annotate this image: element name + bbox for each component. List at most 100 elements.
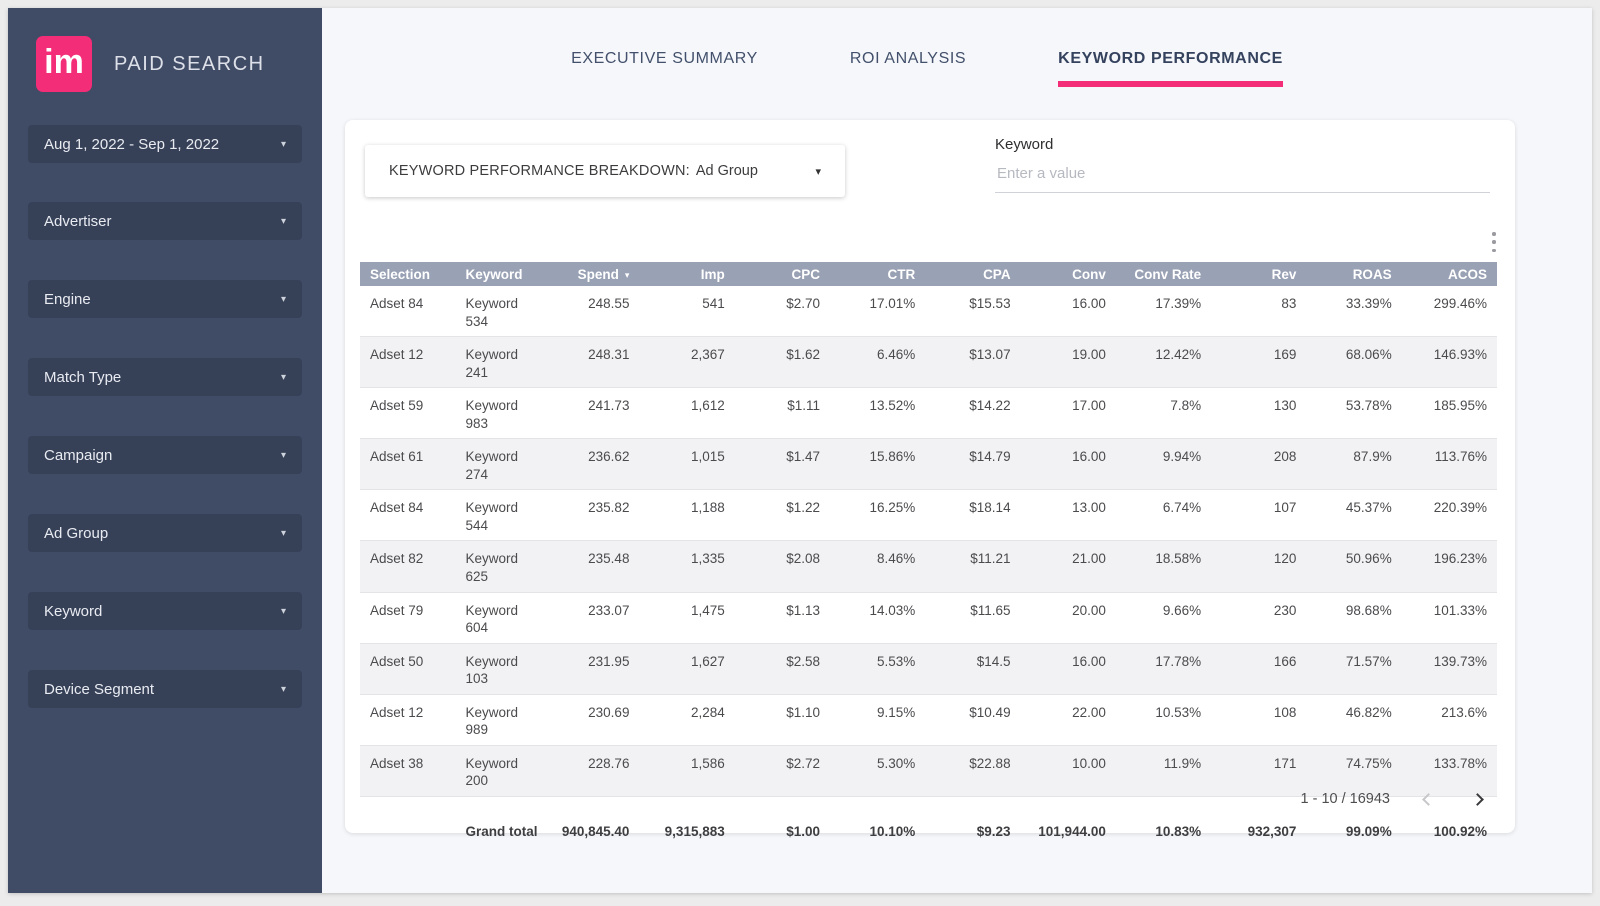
cell-roas: 71.57%: [1306, 643, 1401, 694]
cell-conv: 16.00: [1021, 286, 1116, 337]
cell-imp: 1,188: [639, 490, 734, 541]
column-header-cpc[interactable]: CPC: [735, 262, 830, 286]
filter-campaign[interactable]: Campaign ▾: [28, 436, 302, 474]
column-header-rev[interactable]: Rev: [1211, 262, 1306, 286]
breakdown-select[interactable]: KEYWORD PERFORMANCE BREAKDOWN: Ad Group …: [365, 145, 845, 197]
report-card: KEYWORD PERFORMANCE BREAKDOWN: Ad Group …: [345, 120, 1515, 833]
column-header-spend[interactable]: Spend▾: [544, 262, 639, 286]
cell-conv: 16.00: [1021, 643, 1116, 694]
cell-cpa: $14.79: [925, 439, 1020, 490]
filter-match-type[interactable]: Match Type ▾: [28, 358, 302, 396]
keyword-input[interactable]: [995, 159, 1490, 193]
column-header-keyword[interactable]: Keyword: [456, 262, 545, 286]
filter-keyword[interactable]: Keyword ▾: [28, 592, 302, 630]
chevron-down-icon: ▾: [281, 450, 286, 461]
cell-roas: 68.06%: [1306, 337, 1401, 388]
cell-ctr: 5.30%: [830, 745, 925, 796]
cell-acos: 213.6%: [1402, 694, 1497, 745]
cell-cpc: $2.72: [735, 745, 830, 796]
cell-cpc: $1.00: [735, 796, 830, 846]
pagination: 1 - 10 / 16943: [1301, 788, 1489, 810]
cell-conv: 22.00: [1021, 694, 1116, 745]
chevron-down-icon: ▾: [281, 139, 286, 150]
cell-imp: 1,015: [639, 439, 734, 490]
column-header-conv-rate[interactable]: Conv Rate: [1116, 262, 1211, 286]
cell-keyword: Keyword 989: [456, 694, 545, 745]
cell-cpc: $1.11: [735, 388, 830, 439]
filter-label: Ad Group: [44, 525, 108, 542]
cell-rev: 230: [1211, 592, 1306, 643]
filter-advertiser[interactable]: Advertiser ▾: [28, 202, 302, 240]
column-header-imp[interactable]: Imp: [639, 262, 734, 286]
cell-spend: 248.31: [544, 337, 639, 388]
chevron-down-icon: ▾: [815, 165, 821, 178]
column-header-selection[interactable]: Selection: [360, 262, 456, 286]
cell-cpc: $1.22: [735, 490, 830, 541]
cell-cpa: $11.21: [925, 541, 1020, 592]
cell-cpa: $14.22: [925, 388, 1020, 439]
cell-conv: 17.00: [1021, 388, 1116, 439]
table-row: Adset 82Keyword 625235.481,335$2.088.46%…: [360, 541, 1497, 592]
tab-roi-analysis[interactable]: ROI ANALYSIS: [850, 50, 966, 87]
tab-keyword-performance[interactable]: KEYWORD PERFORMANCE: [1058, 50, 1283, 87]
cell-cpa: $10.49: [925, 694, 1020, 745]
table-row: Adset 12Keyword 241248.312,367$1.626.46%…: [360, 337, 1497, 388]
cell-cpa: $13.07: [925, 337, 1020, 388]
cell-spend: 940,845.40: [544, 796, 639, 846]
cell-roas: 53.78%: [1306, 388, 1401, 439]
cell-selection: Adset 84: [360, 490, 456, 541]
table-row: Adset 61Keyword 274236.621,015$1.4715.86…: [360, 439, 1497, 490]
date-range-label: Aug 1, 2022 - Sep 1, 2022: [44, 136, 219, 153]
cell-cpc: $2.70: [735, 286, 830, 337]
filter-device-segment[interactable]: Device Segment ▾: [28, 670, 302, 708]
cell-spend: 241.73: [544, 388, 639, 439]
column-header-acos[interactable]: ACOS: [1402, 262, 1497, 286]
cell-conv: 21.00: [1021, 541, 1116, 592]
cell-keyword: Keyword 274: [456, 439, 545, 490]
cell-acos: 299.46%: [1402, 286, 1497, 337]
cell-rev: 166: [1211, 643, 1306, 694]
filter-label: Keyword: [44, 603, 102, 620]
column-header-conv[interactable]: Conv: [1021, 262, 1116, 286]
cell-ctr: 8.46%: [830, 541, 925, 592]
chevron-down-icon: ▾: [281, 372, 286, 383]
column-header-roas[interactable]: ROAS: [1306, 262, 1401, 286]
cell-cpa: $18.14: [925, 490, 1020, 541]
cell-spend: 231.95: [544, 643, 639, 694]
filter-engine[interactable]: Engine ▾: [28, 280, 302, 318]
keyword-filter: Keyword: [995, 136, 1490, 193]
cell-selection: Adset 59: [360, 388, 456, 439]
breakdown-label: KEYWORD PERFORMANCE BREAKDOWN:: [389, 163, 690, 179]
filter-label: Device Segment: [44, 681, 154, 698]
cell-rev: 171: [1211, 745, 1306, 796]
cell-acos: 101.33%: [1402, 592, 1497, 643]
cell-selection: Adset 50: [360, 643, 456, 694]
more-options-icon[interactable]: [1487, 230, 1501, 254]
cell-conv: 16.00: [1021, 439, 1116, 490]
cell-ctr: 9.15%: [830, 694, 925, 745]
cell-rev: 107: [1211, 490, 1306, 541]
sidebar: im PAID SEARCH Aug 1, 2022 - Sep 1, 2022…: [8, 8, 322, 893]
cell-cpc: $2.58: [735, 643, 830, 694]
cell-imp: 2,284: [639, 694, 734, 745]
next-page-button[interactable]: [1466, 788, 1488, 810]
column-header-cpa[interactable]: CPA: [925, 262, 1020, 286]
cell-keyword: Keyword 241: [456, 337, 545, 388]
table-row: Adset 84Keyword 534248.55541$2.7017.01%$…: [360, 286, 1497, 337]
prev-page-button[interactable]: [1417, 788, 1439, 810]
cell-keyword: Keyword 200: [456, 745, 545, 796]
cell-acos: 113.76%: [1402, 439, 1497, 490]
cell-selection: Adset 79: [360, 592, 456, 643]
table-body: Adset 84Keyword 534248.55541$2.7017.01%$…: [360, 286, 1497, 796]
cell-selection: Adset 38: [360, 745, 456, 796]
tab-executive-summary[interactable]: EXECUTIVE SUMMARY: [571, 50, 758, 87]
cell-cpa: $11.65: [925, 592, 1020, 643]
cell-acos: 185.95%: [1402, 388, 1497, 439]
cell-cpa: $9.23: [925, 796, 1020, 846]
cell-ctr: 10.10%: [830, 796, 925, 846]
filter-ad-group[interactable]: Ad Group ▾: [28, 514, 302, 552]
cell-selection: Adset 84: [360, 286, 456, 337]
date-range-picker[interactable]: Aug 1, 2022 - Sep 1, 2022 ▾: [28, 125, 302, 163]
column-header-ctr[interactable]: CTR: [830, 262, 925, 286]
brand: im PAID SEARCH: [8, 8, 322, 92]
